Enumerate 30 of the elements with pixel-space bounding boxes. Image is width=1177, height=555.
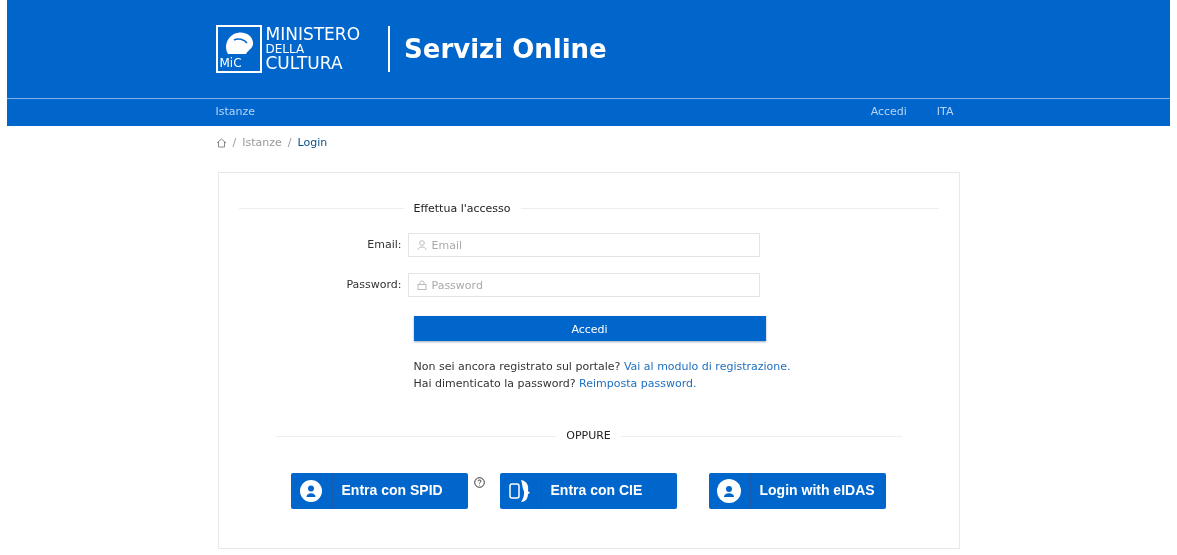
input-field[interactable]: Password <box>407 273 760 297</box>
breadcrumb-link[interactable]: Istanze <box>242 135 282 152</box>
logo-text: MINISTERO <box>265 26 361 43</box>
help-text: Hai dimenticato la password? Reimposta password. <box>413 376 698 392</box>
help-icon[interactable] <box>473 477 485 488</box>
field-label: Email: <box>366 236 403 253</box>
nav-link[interactable]: Istanze <box>215 104 256 121</box>
logo-text: CULTURA <box>265 55 344 72</box>
nav-link[interactable]: ITA <box>936 104 954 121</box>
person-icon <box>300 479 322 502</box>
input-field[interactable]: Email <box>407 233 760 257</box>
site-title: Servizi Online <box>404 32 607 66</box>
help-link[interactable]: Reimposta password. <box>579 377 697 390</box>
breadcrumb-separator: / <box>232 135 237 151</box>
field-label: Password: <box>345 276 403 293</box>
id-card-face-icon <box>509 478 531 503</box>
breadcrumb-separator: / <box>287 135 292 151</box>
login-provider-button[interactable]: Entra con SPID <box>290 472 468 509</box>
logo-mark-text: MiC <box>219 57 243 69</box>
login-provider-button[interactable]: Entra con CIE <box>499 472 677 509</box>
breadcrumb-current: Login <box>297 135 328 151</box>
login-button[interactable]: Accedi <box>413 316 766 341</box>
divider-label: OPPURE <box>565 428 612 444</box>
login-provider-button[interactable]: Login with eIDAS <box>708 472 886 509</box>
home-icon[interactable] <box>215 138 227 149</box>
logo-text: DELLA <box>265 43 306 55</box>
form-legend: Effettua l'accesso <box>403 200 521 217</box>
nav-link[interactable]: Accedi <box>870 104 907 121</box>
help-text: Non sei ancora registrato sul portale? Vai al modulo di registrazione. <box>413 359 792 375</box>
help-link[interactable]: Vai al modulo di registrazione. <box>623 360 791 373</box>
